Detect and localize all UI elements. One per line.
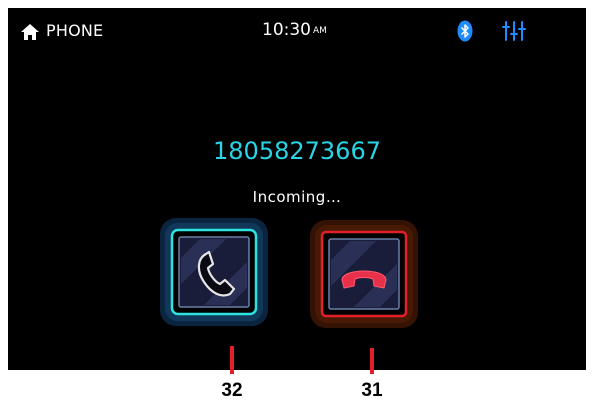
callout-line-32 (230, 346, 234, 374)
app-title: PHONE (46, 21, 104, 40)
phone-screen: PHONE 10:30 AM 18058273667 Incoming… (8, 8, 586, 370)
callout-line-31 (370, 348, 374, 374)
clock-time: 10:30 (262, 20, 311, 40)
bluetooth-icon[interactable] (457, 20, 473, 42)
accept-call-button[interactable] (160, 218, 268, 326)
status-bar: PHONE 10:30 AM (8, 8, 586, 54)
home-icon[interactable] (20, 23, 40, 41)
call-status: Incoming… (252, 188, 342, 206)
callout-number-32: 32 (221, 380, 243, 401)
phone-handset-icon (197, 250, 236, 297)
reject-call-button[interactable] (310, 220, 418, 328)
clock-ampm: AM (313, 26, 327, 36)
clock: 10:30 AM (262, 19, 327, 41)
callout-number-31: 31 (361, 380, 383, 401)
hang-up-icon (341, 270, 387, 289)
equalizer-icon[interactable] (502, 20, 526, 42)
caller-number: 18058273667 (213, 137, 381, 165)
